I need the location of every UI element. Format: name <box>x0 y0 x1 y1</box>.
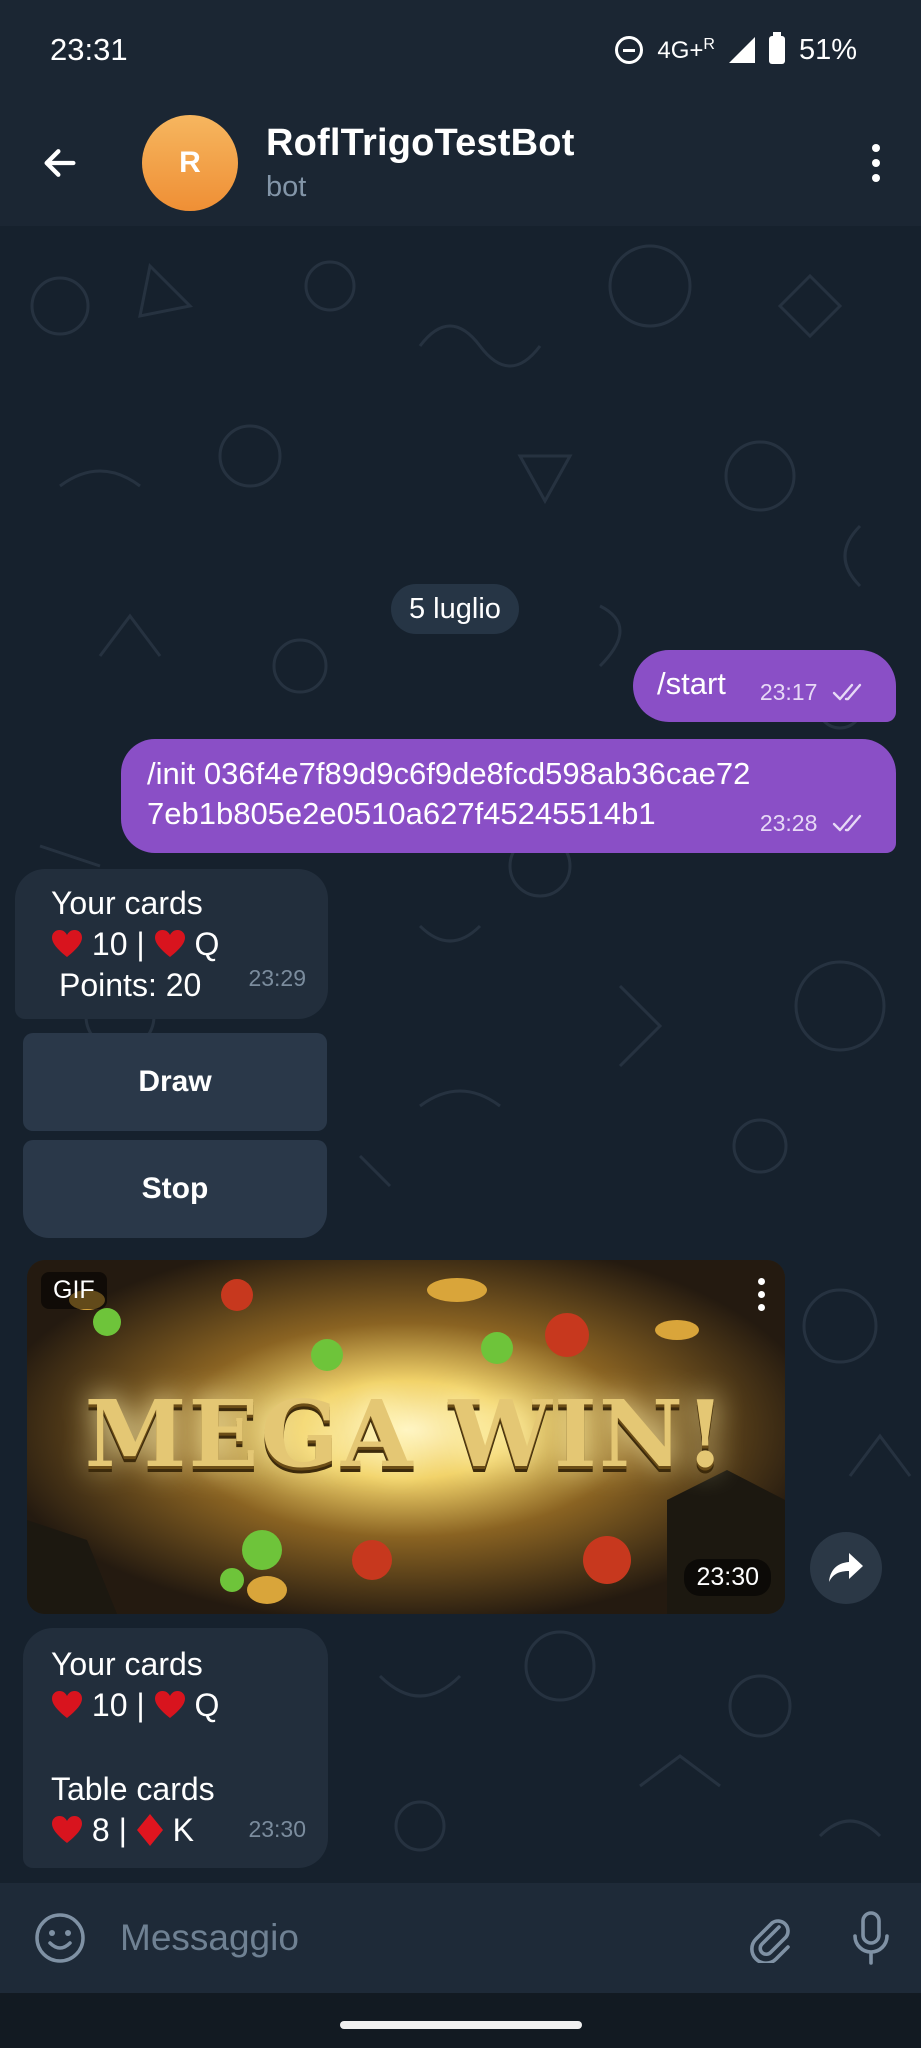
card-value: 10 <box>91 926 128 962</box>
network-type: 4G+R <box>657 35 715 64</box>
heart-suit-icon <box>154 930 185 957</box>
paperclip-icon <box>750 1919 790 1963</box>
gif-menu-button[interactable] <box>758 1278 765 1311</box>
date-separator: 5 luglio <box>391 584 519 634</box>
gif-caption: MEGA WIN! <box>84 1380 728 1488</box>
chat-area[interactable]: 5 luglio /start 23:17 /init 036f4e7f89d9… <box>0 226 921 1883</box>
message-input[interactable] <box>120 1917 721 1959</box>
card-value: 10 <box>91 1687 128 1723</box>
message-composer <box>0 1883 921 1993</box>
draw-button[interactable]: Draw <box>23 1033 327 1131</box>
system-nav-bar <box>0 1993 921 2048</box>
incoming-message[interactable]: Your cards 10 | Q Table cards 8 | K 23:3… <box>23 1628 328 1868</box>
battery-icon <box>768 32 785 64</box>
home-gesture-handle[interactable] <box>340 2021 582 2029</box>
status-icons: 4G+R 51% <box>615 32 857 67</box>
double-check-icon <box>832 683 862 701</box>
more-options-button[interactable] <box>831 100 921 226</box>
card-value: Q <box>194 926 220 962</box>
voice-message-button[interactable] <box>821 1910 921 1966</box>
stop-button[interactable]: Stop <box>23 1140 327 1238</box>
message-time: 23:30 <box>248 1816 306 1842</box>
card-value: 8 <box>91 1812 110 1848</box>
cards-title: Your cards <box>51 885 203 921</box>
smiley-icon <box>35 1913 85 1963</box>
cards-title: Your cards <box>51 1646 203 1682</box>
more-dot-icon <box>872 144 880 152</box>
more-dot-icon <box>872 174 880 182</box>
emoji-button[interactable] <box>0 1911 120 1965</box>
arrow-left-icon <box>44 149 76 177</box>
chat-subtitle: bot <box>266 171 307 203</box>
double-check-icon <box>832 814 862 832</box>
message-time: 23:17 <box>759 679 818 705</box>
message-text-line: /init 036f4e7f89d9c6f9de8fcd598ab36cae72 <box>147 756 751 791</box>
avatar[interactable]: R <box>142 115 238 211</box>
share-arrow-icon <box>829 1553 863 1582</box>
gif-message[interactable]: MEGA WIN! GIF 23:30 <box>27 1260 785 1614</box>
more-dot-icon <box>872 159 880 167</box>
more-dot-icon <box>758 1304 765 1311</box>
outgoing-message[interactable]: /init 036f4e7f89d9c6f9de8fcd598ab36cae72… <box>121 739 896 853</box>
heart-suit-icon <box>52 930 82 957</box>
card-value: K <box>172 1812 195 1848</box>
message-time: 23:29 <box>248 965 306 991</box>
message-time: 23:30 <box>684 1559 771 1596</box>
heart-suit-icon <box>52 1691 82 1718</box>
message-time: 23:28 <box>759 810 818 836</box>
share-button[interactable] <box>810 1532 882 1604</box>
table-cards-title: Table cards <box>51 1771 215 1807</box>
card-value: Q <box>194 1687 220 1723</box>
heart-suit-icon <box>52 1816 82 1843</box>
status-time: 23:31 <box>50 32 128 67</box>
incoming-message[interactable]: Your cards 10 | Q Points: 20 23:29 <box>15 869 328 1019</box>
cards-line: 10 | Q <box>51 1685 328 1726</box>
outgoing-message[interactable]: /start 23:17 <box>633 650 896 722</box>
more-dot-icon <box>758 1291 765 1298</box>
heart-suit-icon <box>154 1691 185 1718</box>
chat-title: RoflTrigoTestBot <box>266 122 575 164</box>
diamond-suit-icon <box>136 1814 163 1846</box>
gif-badge: GIF <box>41 1272 107 1309</box>
chat-title-block[interactable]: RoflTrigoTestBot bot <box>266 122 831 204</box>
status-bar: 23:31 4G+R 51% <box>0 0 921 100</box>
battery-percent: 51% <box>798 33 857 66</box>
chat-header: R RoflTrigoTestBot bot <box>0 100 921 226</box>
do-not-disturb-icon <box>615 36 644 64</box>
signal-icon <box>728 37 755 63</box>
microphone-icon <box>853 1911 889 1965</box>
message-text: /start <box>657 666 726 701</box>
attach-button[interactable] <box>721 1913 821 1963</box>
more-dot-icon <box>758 1278 765 1285</box>
back-button[interactable] <box>0 100 120 226</box>
